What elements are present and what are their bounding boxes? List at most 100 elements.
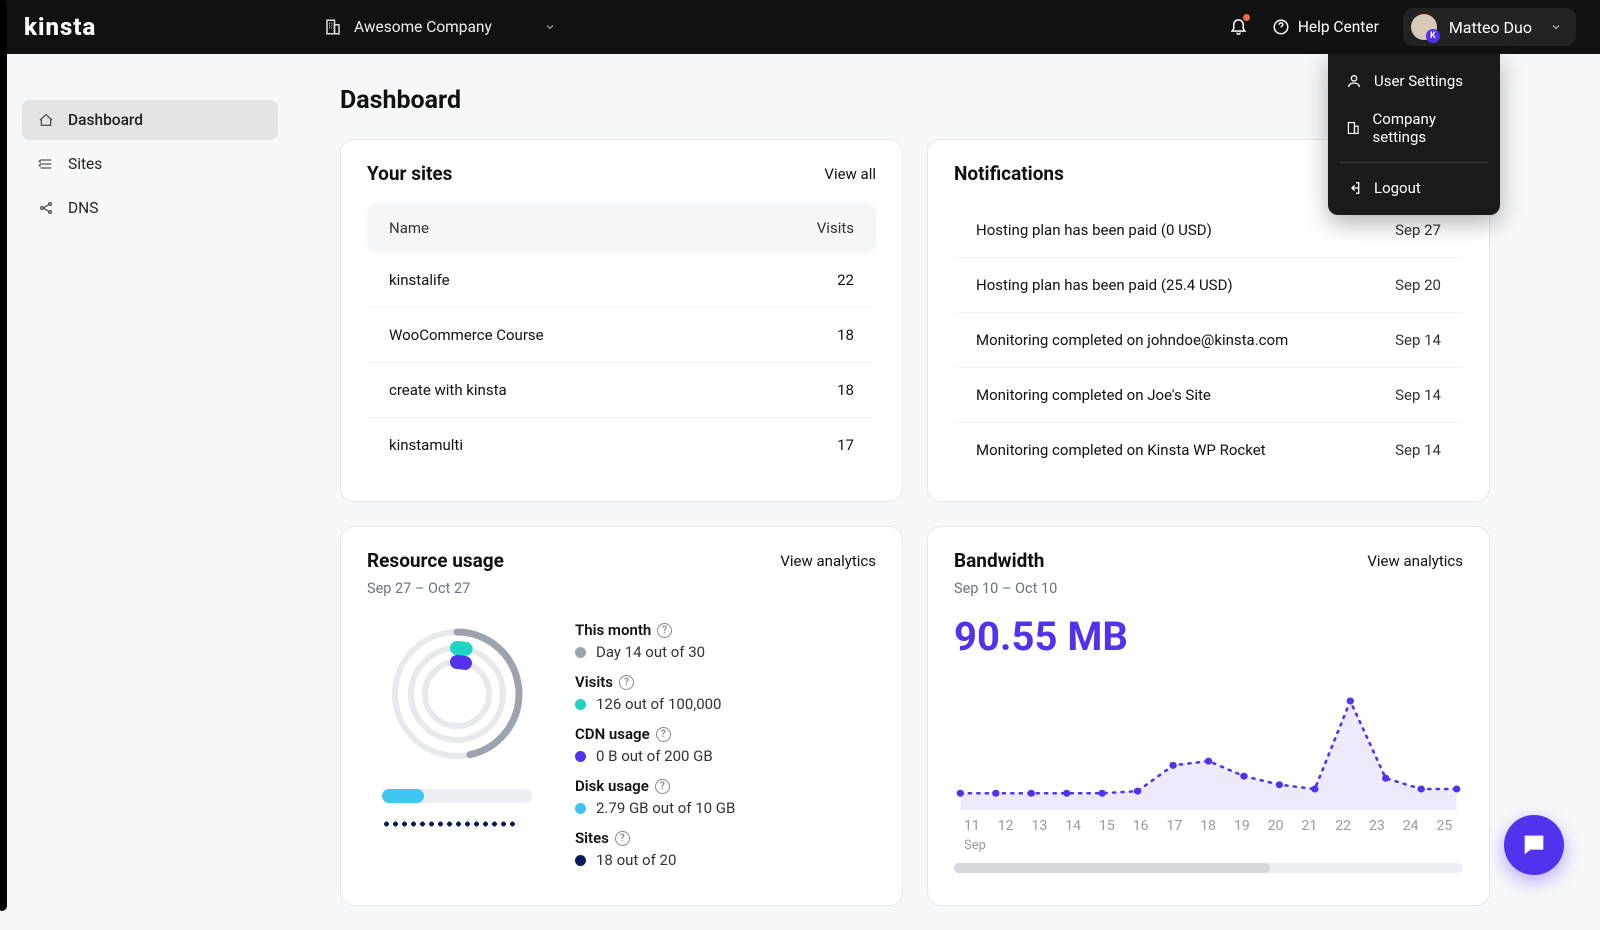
notification-text: Hosting plan has been paid (0 USD) <box>976 221 1212 239</box>
topbar-right: Help Center Matteo Duo <box>1229 8 1576 46</box>
company-settings-item[interactable]: Company settings <box>1328 100 1500 156</box>
sidenav-label: DNS <box>68 199 98 217</box>
user-dropdown: User Settings Company settings Logout <box>1328 54 1500 215</box>
resource-usage-card: Resource usage View analytics Sep 27 – O… <box>340 526 903 906</box>
resource-view-analytics[interactable]: View analytics <box>780 552 876 570</box>
notification-row[interactable]: Monitoring completed on Joe's SiteSep 14 <box>954 368 1463 423</box>
sites-card-title: Your sites <box>367 162 452 185</box>
help-center-link[interactable]: Help Center <box>1272 18 1379 36</box>
sidenav-item-dns[interactable]: DNS <box>22 188 278 228</box>
chevron-down-icon <box>1550 21 1562 33</box>
sidenav-label: Dashboard <box>68 111 143 129</box>
chevron-down-icon <box>544 21 556 33</box>
info-icon[interactable]: ? <box>615 831 630 846</box>
metric-value: 0 B out of 200 GB <box>575 747 876 765</box>
logout-icon <box>1346 180 1362 196</box>
help-icon <box>1272 18 1290 36</box>
x-tick: 20 <box>1268 818 1284 834</box>
bandwidth-view-analytics[interactable]: View analytics <box>1367 552 1463 570</box>
site-row[interactable]: create with kinsta18 <box>367 363 876 418</box>
notification-dot <box>1243 14 1250 21</box>
company-name: Awesome Company <box>354 18 492 36</box>
sites-table-header: Name Visits <box>367 203 876 253</box>
metric-dot <box>575 699 586 710</box>
user-settings-item[interactable]: User Settings <box>1328 62 1500 100</box>
company-switcher[interactable]: Awesome Company <box>324 18 556 36</box>
info-icon[interactable]: ? <box>619 675 634 690</box>
x-tick: 13 <box>1032 818 1048 834</box>
resource-metrics: This month ? Day 14 out of 30 Visits ? 126 … <box>575 619 876 881</box>
donut-chart <box>382 619 532 769</box>
x-tick: 23 <box>1369 818 1385 834</box>
notifications-bell[interactable] <box>1229 16 1248 39</box>
metric-value: 126 out of 100,000 <box>575 695 876 713</box>
metric-title: Sites ? <box>575 829 876 847</box>
notification-text: Monitoring completed on Joe's Site <box>976 386 1211 404</box>
logo[interactable]: kinsta <box>24 13 284 41</box>
user-settings-label: User Settings <box>1374 72 1463 90</box>
metric-dot <box>575 855 586 866</box>
info-icon[interactable]: ? <box>657 623 672 638</box>
sites-view-all[interactable]: View all <box>824 165 876 183</box>
site-visits: 22 <box>774 271 854 289</box>
resource-donut <box>367 619 547 881</box>
x-tick: 22 <box>1335 818 1351 834</box>
metric-value: 18 out of 20 <box>575 851 876 869</box>
bandwidth-x-axis: 111213141516171819202122232425 <box>954 818 1463 834</box>
help-center-label: Help Center <box>1298 18 1379 36</box>
x-tick: 12 <box>998 818 1014 834</box>
x-tick: 15 <box>1099 818 1115 834</box>
sites-table: Name Visits kinstalife22WooCommerce Cour… <box>367 203 876 472</box>
col-visits-header: Visits <box>774 219 854 237</box>
metric-title: This month ? <box>575 621 876 639</box>
bandwidth-value: 90.55 MB <box>954 613 1463 660</box>
dashboard-icon <box>38 112 54 128</box>
metric-title: CDN usage ? <box>575 725 876 743</box>
metric-dot <box>575 803 586 814</box>
bandwidth-chart <box>954 680 1463 810</box>
page-title: Dashboard <box>340 86 1490 115</box>
intercom-chat-button[interactable] <box>1504 815 1564 875</box>
info-icon[interactable]: ? <box>656 727 671 742</box>
notification-row[interactable]: Hosting plan has been paid (25.4 USD)Sep… <box>954 258 1463 313</box>
notification-row[interactable]: Monitoring completed on johndoe@kinsta.c… <box>954 313 1463 368</box>
site-name: kinstalife <box>389 271 774 289</box>
metric-title: Visits ? <box>575 673 876 691</box>
metric-value: Day 14 out of 30 <box>575 643 876 661</box>
col-name-header: Name <box>389 219 774 237</box>
sidenav-item-sites[interactable]: Sites <box>22 144 278 184</box>
site-row[interactable]: kinstalife22 <box>367 253 876 308</box>
avatar <box>1411 14 1437 40</box>
info-icon[interactable]: ? <box>655 779 670 794</box>
dropdown-separator <box>1340 162 1488 163</box>
window-left-edge <box>0 0 7 911</box>
site-name: kinstamulti <box>389 436 774 454</box>
bandwidth-title: Bandwidth <box>954 549 1044 572</box>
bandwidth-scrollbar[interactable] <box>954 863 1463 873</box>
sites-icon <box>38 156 54 172</box>
notification-text: Monitoring completed on Kinsta WP Rocket <box>976 441 1266 459</box>
notification-text: Hosting plan has been paid (25.4 USD) <box>976 276 1233 294</box>
site-row[interactable]: kinstamulti17 <box>367 418 876 472</box>
site-visits: 18 <box>774 381 854 399</box>
notification-row[interactable]: Monitoring completed on Kinsta WP Rocket… <box>954 423 1463 477</box>
building-icon <box>1346 120 1361 136</box>
user-menu-trigger[interactable]: Matteo Duo <box>1403 8 1576 46</box>
site-visits: 18 <box>774 326 854 344</box>
company-settings-label: Company settings <box>1373 110 1483 146</box>
x-tick: 17 <box>1167 818 1183 834</box>
topbar: kinsta Awesome Company Help Center Matte… <box>0 0 1600 54</box>
sidenav: Dashboard Sites DNS <box>0 54 300 930</box>
x-tick: 14 <box>1065 818 1081 834</box>
resource-title: Resource usage <box>367 549 504 572</box>
logout-item[interactable]: Logout <box>1328 169 1500 207</box>
site-row[interactable]: WooCommerce Course18 <box>367 308 876 363</box>
notification-date: Sep 27 <box>1395 221 1441 239</box>
site-name: create with kinsta <box>389 381 774 399</box>
sidenav-item-dashboard[interactable]: Dashboard <box>22 100 278 140</box>
dns-icon <box>38 200 54 216</box>
metric-dot <box>575 751 586 762</box>
metric-value: 2.79 GB out of 10 GB <box>575 799 876 817</box>
x-tick: 25 <box>1437 818 1453 834</box>
x-tick: 18 <box>1200 818 1216 834</box>
